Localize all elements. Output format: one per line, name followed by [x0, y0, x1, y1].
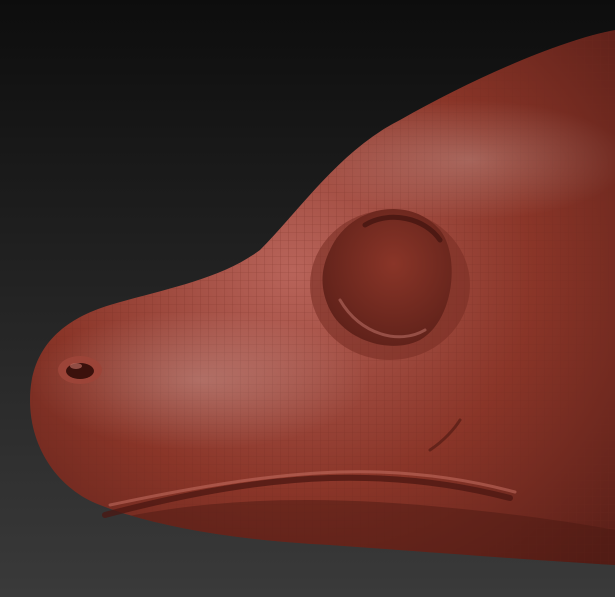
- nostril: [58, 356, 102, 384]
- sculpt-viewport[interactable]: [0, 0, 615, 597]
- sculpt-render: [0, 0, 615, 597]
- eye-socket: [310, 208, 470, 360]
